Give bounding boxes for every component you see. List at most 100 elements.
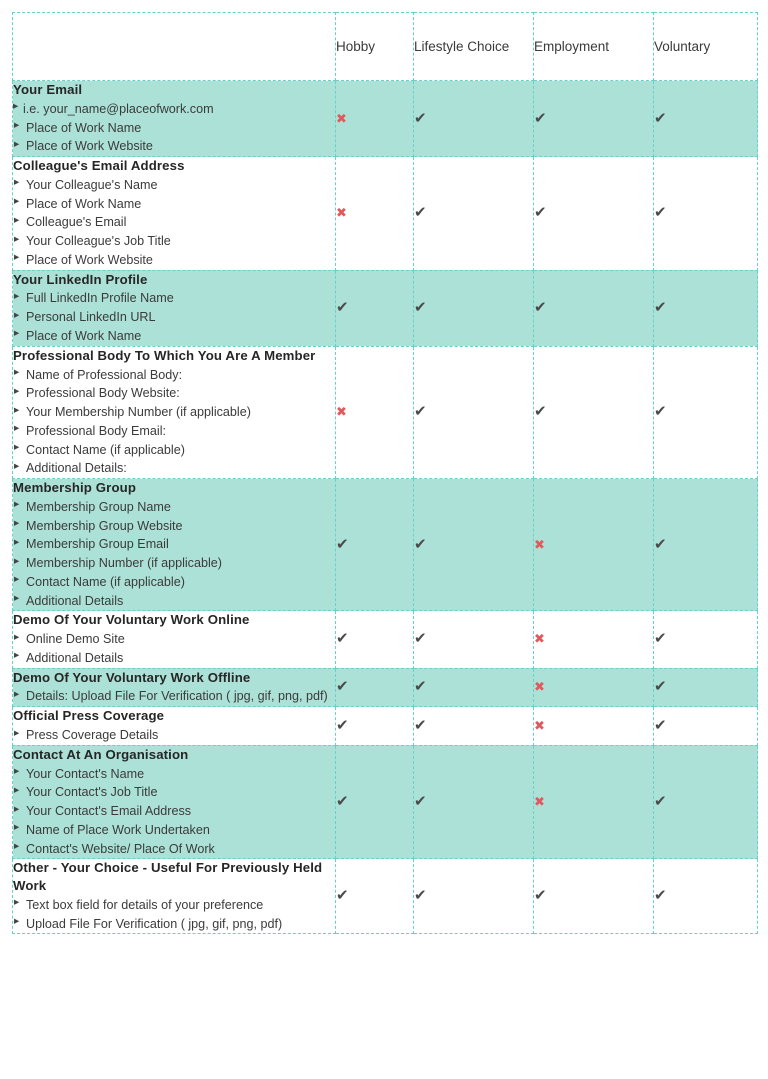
verification-matrix-table: Hobby Lifestyle Choice Employment Volunt… xyxy=(12,12,758,935)
row-description-cell: Other - Your Choice - Useful For Previou… xyxy=(12,858,336,935)
row-detail-item: Place of Work Name xyxy=(13,194,335,214)
row-detail-item: Your Colleague's Job Title xyxy=(13,232,335,251)
row-detail-item: Your Contact's Job Title xyxy=(13,783,335,802)
row-detail-list: Press Coverage Details xyxy=(13,726,335,745)
check-mark-icon: ✔ xyxy=(414,629,427,648)
row-description-cell: Contact At An Organisation Your Contact's… xyxy=(12,744,336,860)
mark-cell-lifestyle: ✔ xyxy=(413,706,534,746)
cross-mark-icon: ✖ xyxy=(534,795,545,811)
mark-cell-lifestyle: ✔ xyxy=(413,744,534,860)
cross-mark-icon: ✖ xyxy=(336,206,347,222)
row-detail-item: Place of Work Website xyxy=(13,137,335,156)
row-detail-list: Online Demo SiteAdditional Details xyxy=(13,630,335,668)
table-row: Membership GroupMembership Group NameMem… xyxy=(12,477,758,612)
check-mark-icon: ✔ xyxy=(336,886,349,905)
row-detail-item: Place of Work Website xyxy=(13,250,335,270)
row-description-cell: Your LinkedIn Profile Full LinkedIn Profi… xyxy=(12,269,336,347)
mark-cell-lifestyle: ✔ xyxy=(413,345,534,480)
mark-cell-hobby: ✔ xyxy=(335,744,414,860)
check-mark-icon: ✔ xyxy=(534,203,547,222)
mark-cell-employment: ✖ xyxy=(533,744,654,860)
table-row: Contact At An Organisation Your Contact's… xyxy=(12,744,758,860)
check-mark-icon: ✔ xyxy=(534,108,547,127)
mark-cell-hobby: ✔ xyxy=(335,477,414,612)
row-detail-list: Details: Upload File For Verification ( … xyxy=(13,687,335,706)
mark-cell-employment: ✖ xyxy=(533,477,654,612)
table-row: Your Email i.e. your_name@placeofwork.com… xyxy=(12,79,758,158)
table-body: Your Email i.e. your_name@placeofwork.com… xyxy=(12,79,758,935)
check-mark-icon: ✔ xyxy=(414,402,427,421)
row-detail-item: Contact Name (if applicable) xyxy=(13,440,335,460)
mark-cell-hobby: ✔ xyxy=(335,706,414,746)
row-title: Contact At An Organisation xyxy=(13,746,189,762)
mark-cell-hobby: ✔ xyxy=(335,667,414,708)
check-mark-icon: ✔ xyxy=(336,715,349,734)
mark-cell-lifestyle: ✔ xyxy=(413,858,534,935)
mark-cell-voluntary: ✔ xyxy=(653,345,758,480)
row-title: Demo Of Your Voluntary Work Offline xyxy=(13,669,251,685)
page-root: Hobby Lifestyle Choice Employment Volunt… xyxy=(0,0,768,1079)
row-description-cell: Demo Of Your Voluntary Work Offline Detai… xyxy=(12,667,336,708)
check-mark-icon: ✔ xyxy=(654,629,667,648)
row-detail-item: Additional Details xyxy=(13,648,335,668)
row-detail-item: Professional Body Website: xyxy=(13,384,335,403)
check-mark-icon: ✔ xyxy=(654,677,667,696)
row-detail-item: Contact Name (if applicable) xyxy=(13,572,335,592)
table-row: Your LinkedIn Profile Full LinkedIn Profi… xyxy=(12,269,758,347)
row-detail-item: Your Colleague's Name xyxy=(13,175,335,195)
mark-cell-hobby: ✖ xyxy=(335,79,414,158)
mark-cell-lifestyle: ✔ xyxy=(413,610,534,669)
row-title: Your LinkedIn Profile xyxy=(13,271,148,287)
row-detail-item: Online Demo Site xyxy=(13,630,335,649)
check-mark-icon: ✔ xyxy=(654,108,667,127)
row-detail-list: Your Colleague's NamePlace of Work NameC… xyxy=(13,175,335,270)
check-mark-icon: ✔ xyxy=(534,298,547,317)
row-detail-item: Text box field for details of your prefe… xyxy=(13,895,335,915)
mark-cell-employment: ✔ xyxy=(533,345,654,480)
row-detail-item: Name of Place Work Undertaken xyxy=(13,820,335,840)
check-mark-icon: ✔ xyxy=(336,298,349,317)
header-row: Hobby Lifestyle Choice Employment Volunt… xyxy=(12,12,758,81)
header-cell-employment: Employment xyxy=(533,12,654,81)
mark-cell-lifestyle: ✔ xyxy=(413,269,534,347)
cross-mark-icon: ✖ xyxy=(534,632,545,648)
mark-cell-voluntary: ✔ xyxy=(653,610,758,669)
row-detail-item: Membership Group Email xyxy=(13,535,335,554)
row-title: Membership Group xyxy=(13,480,137,495)
check-mark-icon: ✔ xyxy=(414,108,427,127)
table-row: Professional Body To Which You Are A Mem… xyxy=(12,345,758,480)
row-detail-list: Name of Professional Body:Professional B… xyxy=(13,365,335,479)
table-header: Hobby Lifestyle Choice Employment Volunt… xyxy=(12,12,758,81)
row-detail-list: i.e. your_name@placeofwork.comPlace of W… xyxy=(13,99,335,156)
cross-mark-icon: ✖ xyxy=(336,405,347,421)
row-detail-item: Place of Work Name xyxy=(13,326,335,346)
row-description-cell: Demo Of Your Voluntary Work Online Online… xyxy=(12,610,336,669)
mark-cell-voluntary: ✔ xyxy=(653,667,758,708)
mark-cell-employment: ✔ xyxy=(533,79,654,158)
table-row: Other - Your Choice - Useful For Previou… xyxy=(12,858,758,935)
check-mark-icon: ✔ xyxy=(654,298,667,317)
check-mark-icon: ✔ xyxy=(414,534,427,553)
row-detail-list: Text box field for details of your prefe… xyxy=(13,895,335,934)
table-row: Demo Of Your Voluntary Work Offline Detai… xyxy=(12,667,758,708)
row-detail-item: Your Membership Number (if applicable) xyxy=(13,403,335,422)
row-title: Your Email xyxy=(13,82,83,97)
row-description-cell: Professional Body To Which You Are A Mem… xyxy=(12,345,336,480)
row-detail-item: Place of Work Name xyxy=(13,118,335,138)
check-mark-icon: ✔ xyxy=(534,886,547,905)
mark-cell-hobby: ✔ xyxy=(335,858,414,935)
row-detail-list: Your Contact's NameYour Contact's Job Ti… xyxy=(13,764,335,859)
check-mark-icon: ✔ xyxy=(654,534,667,553)
row-detail-item: Full LinkedIn Profile Name xyxy=(13,289,335,308)
row-description-cell: Your Email i.e. your_name@placeofwork.com… xyxy=(12,79,336,158)
row-detail-item: Your Contact's Email Address xyxy=(13,802,335,821)
row-detail-item: Additional Details: xyxy=(13,459,335,478)
mark-cell-voluntary: ✔ xyxy=(653,858,758,935)
row-detail-item: Colleague's Email xyxy=(13,213,335,232)
check-mark-icon: ✔ xyxy=(414,792,427,811)
row-detail-item: Name of Professional Body: xyxy=(13,365,335,385)
header-cell-voluntary: Voluntary xyxy=(653,12,758,81)
header-cell-hobby: Hobby xyxy=(335,12,414,81)
header-cell-lifestyle: Lifestyle Choice xyxy=(413,12,534,81)
mark-cell-employment: ✔ xyxy=(533,858,654,935)
